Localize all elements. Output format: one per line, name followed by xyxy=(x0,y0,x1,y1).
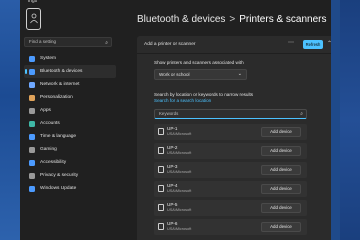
device-list: UP-1 USA\Microsoft Add device UP-2 USA\Micro… xyxy=(154,124,307,238)
device-row: UP-6 USA\Microsoft Add device xyxy=(154,219,307,235)
keywords-placeholder: Keywords xyxy=(159,111,179,116)
printer-icon xyxy=(158,128,164,135)
brush-icon xyxy=(29,94,35,101)
device-location: USA\Microsoft xyxy=(167,132,192,136)
globe-icon xyxy=(29,133,35,140)
printer-icon xyxy=(158,185,164,192)
device-location: USA\Microsoft xyxy=(167,227,192,231)
add-printer-label: Add a printer or scanner xyxy=(144,42,196,47)
desktop-background-left xyxy=(0,0,20,240)
device-name: UP-4 xyxy=(167,183,178,188)
breadcrumb: Bluetooth & devices > Printers & scanners xyxy=(137,14,327,25)
device-location: USA\Microsoft xyxy=(167,170,192,174)
sidebar-item-apps[interactable]: Apps xyxy=(24,104,116,117)
sidebar-item-label: System xyxy=(40,56,56,61)
sidebar-item-label: Accounts xyxy=(40,121,60,126)
settings-window: ings Find a setting ⌕ System Bluetooth & … xyxy=(20,0,331,240)
search-icon: ⌕ xyxy=(105,40,108,46)
main-content: Bluetooth & devices > Printers & scanners … xyxy=(117,0,331,240)
printer-icon xyxy=(158,223,164,230)
sidebar-item-accounts[interactable]: Accounts xyxy=(24,117,116,130)
sidebar-item-privacy-security[interactable]: Privacy & security xyxy=(24,169,116,182)
sidebar-item-label: Accessibility xyxy=(40,160,67,165)
device-location: USA\Microsoft xyxy=(167,151,192,155)
device-location: USA\Microsoft xyxy=(167,208,192,212)
system-icon xyxy=(29,55,35,62)
sidebar: ings Find a setting ⌕ System Bluetooth & … xyxy=(20,0,117,240)
sidebar-item-label: Network & internet xyxy=(40,82,80,87)
refresh-button[interactable]: Refresh xyxy=(303,40,323,49)
network-icon xyxy=(29,81,35,88)
more-options-icon[interactable]: ⋯ xyxy=(288,39,294,46)
add-device-button[interactable]: Add device xyxy=(261,127,301,137)
shield-icon xyxy=(29,172,35,179)
add-printer-panel: Add a printer or scanner ⋯ Refresh ⌃ Sho… xyxy=(137,36,331,240)
add-device-button[interactable]: Add device xyxy=(261,165,301,175)
accounts-icon xyxy=(29,120,35,127)
keywords-input[interactable]: Keywords ⌕ xyxy=(154,109,307,119)
sidebar-item-label: Windows Update xyxy=(40,186,77,191)
narrow-results-label: Search by location or keywords to narrow… xyxy=(154,92,254,97)
page-title: Printers & scanners xyxy=(239,14,327,25)
sidebar-item-personalization[interactable]: Personalization xyxy=(24,91,116,104)
gaming-icon xyxy=(29,146,35,153)
device-row: UP-1 USA\Microsoft Add device xyxy=(154,124,307,140)
sidebar-nav: System Bluetooth & devices Network & inter… xyxy=(24,52,116,195)
chevron-up-icon[interactable]: ⌃ xyxy=(327,40,331,47)
sidebar-item-label: Gaming xyxy=(40,147,57,152)
sidebar-item-label: Privacy & security xyxy=(40,173,79,178)
sidebar-item-gaming[interactable]: Gaming xyxy=(24,143,116,156)
device-location: USA\Microsoft xyxy=(167,189,192,193)
add-printer-header[interactable]: Add a printer or scanner ⋯ Refresh ⌃ xyxy=(137,36,331,54)
printer-icon xyxy=(158,166,164,173)
user-avatar-icon[interactable] xyxy=(26,8,41,30)
accessibility-icon xyxy=(29,159,35,166)
sidebar-item-system[interactable]: System xyxy=(24,52,116,65)
sidebar-item-label: Apps xyxy=(40,108,51,113)
device-name: UP-3 xyxy=(167,164,178,169)
sidebar-item-time-language[interactable]: Time & language xyxy=(24,130,116,143)
device-row: UP-2 USA\Microsoft Add device xyxy=(154,143,307,159)
apps-icon xyxy=(29,107,35,114)
settings-search-input[interactable]: Find a setting ⌕ xyxy=(24,37,112,47)
device-name: UP-2 xyxy=(167,145,178,150)
sidebar-item-network-internet[interactable]: Network & internet xyxy=(24,78,116,91)
sidebar-item-label: Personalization xyxy=(40,95,73,100)
search-location-link[interactable]: Search for a search location xyxy=(154,98,211,103)
sidebar-item-label: Bluetooth & devices xyxy=(40,69,83,74)
add-device-button[interactable]: Add device xyxy=(261,184,301,194)
show-associated-label: Show printers and scanners associated wi… xyxy=(154,60,244,65)
update-icon xyxy=(29,185,35,192)
settings-search-placeholder: Find a setting xyxy=(29,39,57,44)
device-name: UP-5 xyxy=(167,202,178,207)
chevron-down-icon: ⌄ xyxy=(237,71,242,77)
breadcrumb-separator: > xyxy=(229,14,236,25)
sidebar-item-windows-update[interactable]: Windows Update xyxy=(24,182,116,195)
device-row: UP-5 USA\Microsoft Add device xyxy=(154,200,307,216)
desktop-background-right xyxy=(340,0,360,240)
device-row: UP-4 USA\Microsoft Add device xyxy=(154,181,307,197)
printer-icon xyxy=(158,204,164,211)
sidebar-item-label: Time & language xyxy=(40,134,77,139)
bluetooth-icon xyxy=(29,68,35,75)
device-row: UP-3 USA\Microsoft Add device xyxy=(154,162,307,178)
add-device-button[interactable]: Add device xyxy=(261,222,301,232)
search-icon: ⌕ xyxy=(300,111,303,117)
association-dropdown-value: Work or school xyxy=(159,72,190,77)
breadcrumb-parent[interactable]: Bluetooth & devices xyxy=(137,14,225,25)
add-device-button[interactable]: Add device xyxy=(261,203,301,213)
sidebar-item-accessibility[interactable]: Accessibility xyxy=(24,156,116,169)
device-name: UP-6 xyxy=(167,221,178,226)
association-dropdown[interactable]: Work or school ⌄ xyxy=(154,69,247,80)
window-title: ings xyxy=(28,0,38,4)
printer-icon xyxy=(158,147,164,154)
device-name: UP-1 xyxy=(167,126,178,131)
add-device-button[interactable]: Add device xyxy=(261,146,301,156)
sidebar-item-bluetooth-devices[interactable]: Bluetooth & devices xyxy=(24,65,116,78)
